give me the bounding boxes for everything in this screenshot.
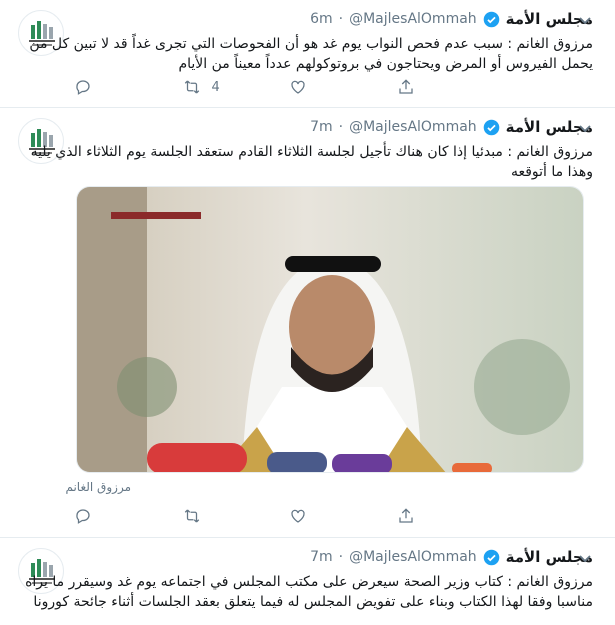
share-button[interactable] — [397, 77, 505, 97]
chevron-down-icon[interactable] — [577, 550, 593, 566]
user-handle[interactable]: @MajlesAlOmmah — [349, 11, 477, 27]
tweet-header: مجلس الأمة @MajlesAlOmmah · 7m — [310, 548, 593, 566]
reply-icon — [76, 509, 90, 524]
chevron-down-icon[interactable] — [577, 120, 593, 136]
share-icon — [398, 508, 413, 523]
timeline-feed: مجلس الأمة @MajlesAlOmmah · 6m مرزوق الغ… — [0, 0, 615, 625]
user-handle[interactable]: @MajlesAlOmmah — [349, 549, 477, 565]
retweet-count: 4 — [211, 79, 220, 95]
reply-button[interactable] — [74, 506, 182, 526]
tweet-text: مرزوق الغانم : مبدئيا إذا كان هناك تأجيل… — [30, 144, 593, 180]
tweet-text: مرزوق الغانم : كتاب وزير الصحة سيعرض على… — [25, 574, 593, 610]
reply-icon — [76, 80, 90, 95]
tweet-header: مجلس الأمة @MajlesAlOmmah · 6m — [310, 10, 593, 28]
tweet-header: مجلس الأمة @MajlesAlOmmah · 7m — [310, 118, 593, 136]
heart-icon — [291, 80, 305, 94]
tweet-photo[interactable] — [76, 186, 584, 473]
verified-badge-icon — [483, 119, 500, 136]
photo-tag[interactable]: مرزوق الغانم — [65, 480, 131, 494]
tweet-timestamp[interactable]: 7m — [310, 119, 333, 135]
tweet[interactable]: مجلس الأمة @MajlesAlOmmah · 7m مرزوق الغ… — [0, 538, 615, 625]
reply-button[interactable] — [74, 77, 182, 97]
tweet-actions — [74, 506, 504, 526]
retweet-button[interactable]: 4 — [182, 77, 290, 97]
tweet-text: مرزوق الغانم : سبب عدم فحص النواب يوم غد… — [29, 36, 593, 72]
share-icon — [398, 79, 413, 94]
tweet-actions: 4 — [74, 77, 504, 97]
retweet-icon — [184, 509, 199, 523]
tweet-timestamp[interactable]: 7m — [310, 549, 333, 565]
like-button[interactable] — [289, 77, 397, 97]
retweet-button[interactable] — [182, 506, 290, 526]
tweet[interactable]: مجلس الأمة @MajlesAlOmmah · 6m مرزوق الغ… — [0, 0, 615, 108]
verified-badge-icon — [483, 549, 500, 566]
tweet-timestamp[interactable]: 6m — [310, 11, 333, 27]
chevron-down-icon[interactable] — [577, 12, 593, 28]
tweet[interactable]: مجلس الأمة @MajlesAlOmmah · 7m مرزوق الغ… — [0, 108, 615, 538]
share-button[interactable] — [397, 506, 505, 526]
heart-icon — [291, 509, 305, 523]
user-handle[interactable]: @MajlesAlOmmah — [349, 119, 477, 135]
verified-badge-icon — [483, 11, 500, 28]
like-button[interactable] — [289, 506, 397, 526]
retweet-icon — [184, 80, 199, 94]
